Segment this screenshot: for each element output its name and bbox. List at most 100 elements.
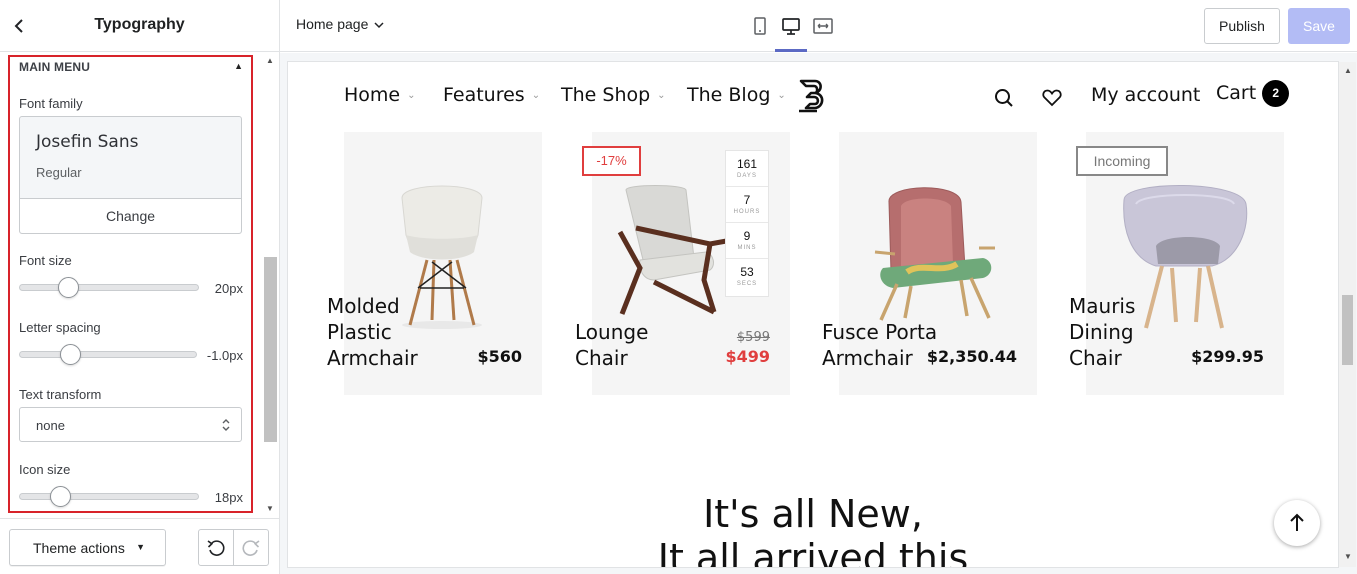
nav-item-features[interactable]: Features ⌄	[443, 84, 540, 106]
settings-sidebar: Typography MAIN MENU ▲ Font family Josef…	[0, 0, 280, 574]
page-selector-label: Home page	[296, 16, 369, 32]
back-to-top-button[interactable]	[1274, 500, 1320, 546]
cart-count-badge: 2	[1262, 80, 1290, 107]
text-transform-value: none	[36, 418, 65, 433]
sidebar-header: Typography	[0, 0, 279, 52]
cart-link[interactable]: Cart 2	[1216, 80, 1290, 107]
countdown-secs: 53 SECS	[736, 265, 758, 287]
theme-actions-button[interactable]: Theme actions ▼	[9, 529, 166, 566]
countdown-days: 161 DAYS	[726, 151, 768, 187]
redo-icon	[242, 540, 260, 556]
editor-topbar: Home page Publish Save	[280, 0, 1357, 52]
brand-logo[interactable]	[797, 78, 831, 114]
text-transform-select[interactable]: none	[19, 407, 242, 442]
fullwidth-view-icon[interactable]	[811, 14, 835, 38]
font-name: Josefin Sans	[36, 132, 139, 152]
sidebar-scrollbar[interactable]: ▲ ▼	[263, 52, 277, 517]
product-price: $2,350.44	[926, 347, 1017, 366]
redo-button[interactable]	[234, 530, 268, 565]
store-preview: Home ⌄ Features ⌄ The Shop ⌄ The Blog ⌄ My a…	[288, 62, 1338, 567]
product-title: Molded Plastic Armchair	[327, 294, 418, 370]
arrow-up-icon	[1290, 513, 1304, 531]
font-family-label: Font family	[19, 96, 83, 111]
product-title: Mauris Dining Chair	[1069, 294, 1136, 370]
letter-spacing-value: -1.0px	[206, 348, 243, 363]
undo-icon	[207, 540, 225, 556]
product-card[interactable]: -17% 161 DAYS 7 HOURS 9 MINS 53 SECS Lounge …	[575, 132, 790, 395]
product-image	[1116, 182, 1256, 337]
chevron-down-icon: ⌄	[777, 90, 786, 101]
scrollbar-thumb[interactable]	[264, 257, 277, 442]
product-price: $299.95	[1191, 347, 1264, 366]
icon-size-slider[interactable]	[19, 486, 199, 508]
product-price: $560	[477, 347, 522, 366]
scroll-up-arrow-icon[interactable]: ▲	[266, 56, 274, 65]
nav-item-the-shop[interactable]: The Shop ⌄	[561, 84, 666, 106]
active-device-indicator	[775, 49, 807, 52]
slider-track	[19, 284, 199, 291]
icon-size-label: Icon size	[19, 462, 71, 477]
discount-badge: -17%	[582, 146, 641, 176]
incoming-badge: Incoming	[1076, 146, 1168, 176]
chevron-down-icon: ⌄	[657, 90, 666, 101]
scroll-up-arrow-icon[interactable]: ▲	[1344, 66, 1352, 75]
letter-spacing-slider[interactable]	[19, 344, 197, 366]
collapse-caret-icon[interactable]: ▲	[234, 61, 243, 71]
my-account-link[interactable]: My account	[1091, 84, 1200, 106]
font-size-slider[interactable]	[19, 277, 199, 299]
countdown-timer: 161 DAYS 7 HOURS 9 MINS 53 SECS	[725, 150, 769, 297]
countdown-mins: 9 MINS	[726, 223, 768, 259]
product-image	[871, 182, 1001, 327]
search-icon[interactable]	[993, 87, 1015, 109]
slider-track	[19, 493, 199, 500]
slider-thumb[interactable]	[58, 277, 79, 298]
main-menu-settings: MAIN MENU ▲ Font family Josefin Sans Reg…	[8, 55, 253, 513]
font-size-value: 20px	[214, 281, 243, 296]
nav-item-label: Features	[443, 84, 525, 106]
mobile-view-icon[interactable]	[748, 14, 772, 38]
countdown-hours: 7 HOURS	[726, 187, 768, 223]
icon-size-value: 18px	[214, 490, 243, 505]
product-title: Lounge Chair	[575, 320, 649, 370]
desktop-view-icon[interactable]	[779, 14, 803, 38]
preview-scrollbar[interactable]: ▲ ▼	[1339, 62, 1356, 567]
font-family-card: Josefin Sans Regular Change	[19, 116, 242, 234]
font-size-label: Font size	[19, 253, 72, 268]
scrollbar-thumb[interactable]	[1342, 295, 1353, 365]
save-button[interactable]: Save	[1288, 8, 1350, 44]
scroll-down-arrow-icon[interactable]: ▼	[266, 504, 274, 513]
scroll-down-arrow-icon[interactable]: ▼	[1344, 552, 1352, 561]
cart-label: Cart	[1216, 82, 1257, 104]
product-title: Fusce Porta Armchair	[822, 320, 938, 370]
product-card[interactable]: Fusce Porta Armchair $2,350.44	[822, 132, 1037, 395]
product-sale-price: $499	[725, 347, 770, 366]
chevron-down-icon: ⌄	[407, 90, 416, 101]
undo-redo-group	[198, 529, 269, 566]
text-transform-label: Text transform	[19, 387, 102, 402]
section-heading-line2: It all arrived this	[657, 536, 969, 567]
slider-thumb[interactable]	[50, 486, 71, 507]
change-font-button[interactable]: Change	[20, 198, 241, 233]
publish-button[interactable]: Publish	[1204, 8, 1280, 44]
product-card[interactable]: Incoming Mauris Dining Chair $299.95	[1069, 132, 1284, 395]
chevron-down-icon	[374, 22, 384, 29]
letter-spacing-label: Letter spacing	[19, 320, 101, 335]
font-style: Regular	[36, 165, 82, 180]
nav-item-home[interactable]: Home ⌄	[344, 84, 416, 106]
section-title: MAIN MENU	[19, 60, 91, 74]
sidebar-title: Typography	[94, 16, 185, 33]
nav-item-the-blog[interactable]: The Blog ⌄	[687, 84, 786, 106]
product-old-price: $599	[736, 330, 770, 345]
caret-down-icon: ▼	[136, 542, 145, 552]
preview-area: Home ⌄ Features ⌄ The Shop ⌄ The Blog ⌄ My a…	[280, 53, 1357, 574]
page-selector[interactable]: Home page	[296, 16, 384, 32]
product-card[interactable]: Molded Plastic Armchair $560	[327, 132, 542, 395]
slider-thumb[interactable]	[60, 344, 81, 365]
section-heading: It's all New,	[703, 492, 923, 536]
chevron-down-icon: ⌄	[531, 90, 541, 101]
nav-item-label: The Blog	[687, 84, 771, 106]
wishlist-heart-icon[interactable]	[1041, 87, 1063, 109]
theme-actions-label: Theme actions	[33, 540, 125, 556]
nav-item-label: The Shop	[561, 84, 651, 106]
undo-button[interactable]	[199, 530, 234, 565]
